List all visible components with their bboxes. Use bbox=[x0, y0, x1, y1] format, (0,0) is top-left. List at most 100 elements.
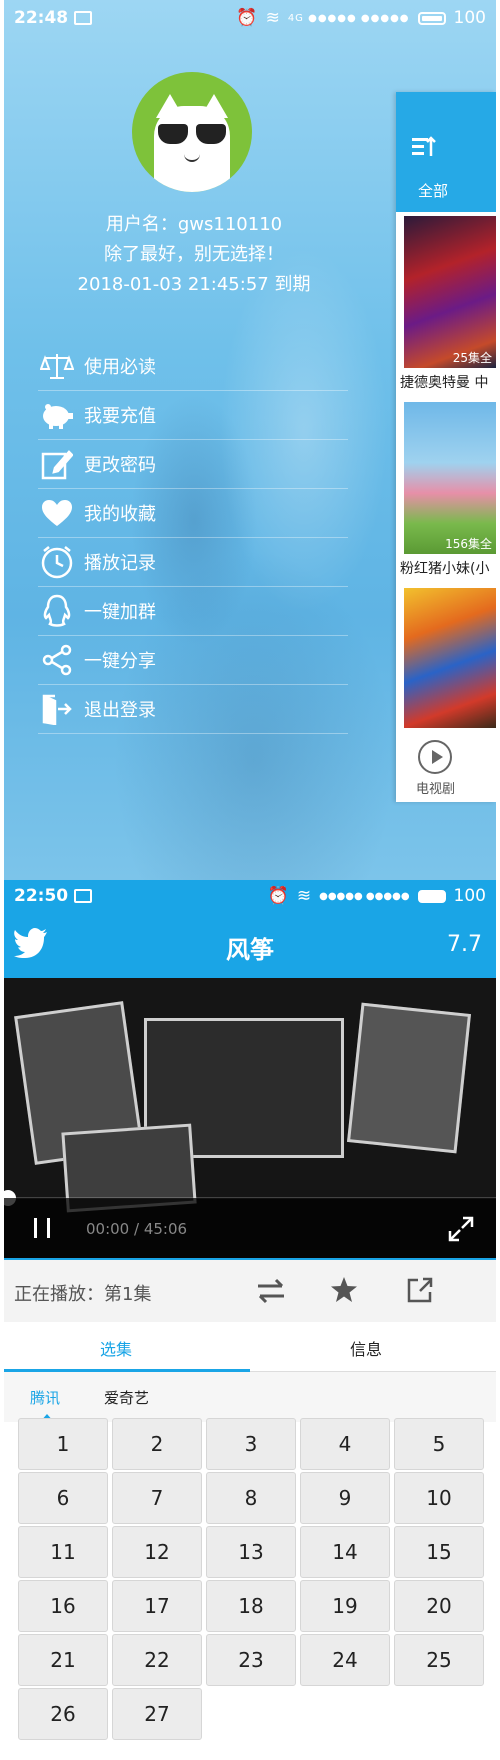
filter-all-label[interactable]: 全部 bbox=[418, 180, 448, 201]
tab-tv[interactable]: 电视剧 bbox=[416, 778, 455, 797]
episode-button[interactable]: 16 bbox=[18, 1580, 108, 1632]
main-content-peek[interactable]: 全部 25集全 捷德奥特曼 中 156集全 粉红猪小妹(小 电视剧 bbox=[396, 92, 496, 802]
username: 用户名：gws110110 bbox=[105, 214, 283, 235]
battery-level: 100 bbox=[453, 886, 486, 906]
menu-item-change-password[interactable]: 更改密码 bbox=[38, 440, 348, 489]
episode-button[interactable]: 7 bbox=[112, 1472, 202, 1524]
gallery-icon bbox=[74, 11, 92, 25]
qq-icon bbox=[38, 592, 76, 630]
menu-item-label: 退出登录 bbox=[84, 700, 156, 721]
clock-icon bbox=[38, 543, 76, 581]
episode-button[interactable]: 5 bbox=[394, 1418, 484, 1470]
pause-icon[interactable] bbox=[34, 1218, 50, 1238]
episode-button[interactable]: 11 bbox=[18, 1526, 108, 1578]
menu-item-label: 播放记录 bbox=[84, 553, 156, 574]
alarm-icon: ⏰ bbox=[267, 886, 289, 906]
episode-button[interactable]: 15 bbox=[394, 1526, 484, 1578]
poster-peppa-pig[interactable]: 156集全 bbox=[404, 402, 496, 554]
episode-button[interactable]: 1 bbox=[18, 1418, 108, 1470]
battery-icon bbox=[417, 11, 446, 25]
menu-item-share[interactable]: 一键分享 bbox=[38, 636, 348, 685]
status-time: 22:48 bbox=[14, 8, 69, 28]
signal-icon: 4G ●●●●● ●●●●● bbox=[287, 12, 410, 24]
wifi-icon: ≋ bbox=[265, 8, 280, 28]
share-icon[interactable] bbox=[406, 1276, 434, 1304]
menu-item-favorites[interactable]: 我的收藏 bbox=[38, 489, 348, 538]
episode-button[interactable]: 22 bbox=[112, 1634, 202, 1686]
episode-button[interactable]: 24 bbox=[300, 1634, 390, 1686]
status-time: 22:50 bbox=[14, 886, 69, 906]
video-player[interactable]: 00:00 / 45:06 bbox=[4, 978, 496, 1258]
share-icon bbox=[38, 641, 76, 679]
heart-icon bbox=[38, 494, 76, 532]
episode-button[interactable]: 4 bbox=[300, 1418, 390, 1470]
source-bar: 腾讯 爱奇艺 bbox=[4, 1372, 496, 1422]
menu-item-label: 一键加群 bbox=[84, 602, 156, 623]
episode-button[interactable]: 20 bbox=[394, 1580, 484, 1632]
star-icon[interactable] bbox=[330, 1276, 358, 1304]
alarm-icon: ⏰ bbox=[236, 8, 258, 28]
gallery-icon bbox=[74, 889, 92, 903]
status-bar: 22:48 ⏰ ≋ 4G ●●●●● ●●●●● 100 bbox=[4, 0, 496, 36]
now-playing-label: 正在播放：第1集 bbox=[14, 1284, 152, 1305]
player-screen: 22:50 ⏰ ≋ ●●●●● ●●●●● 100 风筝 7.7 00:00 /… bbox=[4, 880, 496, 1760]
episode-button[interactable]: 18 bbox=[206, 1580, 296, 1632]
poster-title[interactable]: 捷德奥特曼 中 bbox=[400, 372, 496, 392]
edit-icon bbox=[38, 445, 76, 483]
battery-level: 100 bbox=[453, 8, 486, 28]
signal-icon: ●●●●● ●●●●● bbox=[319, 890, 410, 902]
drawer-screen: 22:48 ⏰ ≋ 4G ●●●●● ●●●●● 100 用户名：gws1101… bbox=[4, 0, 496, 880]
episode-button[interactable]: 26 bbox=[18, 1688, 108, 1740]
menu-item-label: 一键分享 bbox=[84, 651, 156, 672]
video-title: 风筝 bbox=[226, 936, 274, 964]
status-bar: 22:50 ⏰ ≋ ●●●●● ●●●●● 100 bbox=[4, 880, 496, 912]
episode-count: 156集全 bbox=[445, 537, 492, 551]
episode-button[interactable]: 25 bbox=[394, 1634, 484, 1686]
episode-button[interactable]: 12 bbox=[112, 1526, 202, 1578]
app-bar: 风筝 7.7 bbox=[4, 912, 496, 978]
episode-button[interactable]: 9 bbox=[300, 1472, 390, 1524]
piggy-bank-icon bbox=[38, 396, 76, 434]
episode-button[interactable]: 21 bbox=[18, 1634, 108, 1686]
menu-item-label: 更改密码 bbox=[84, 455, 156, 476]
episode-button[interactable]: 14 bbox=[300, 1526, 390, 1578]
episode-button[interactable]: 17 bbox=[112, 1580, 202, 1632]
video-controls: 00:00 / 45:06 bbox=[4, 1198, 496, 1258]
sort-icon[interactable] bbox=[412, 136, 436, 158]
tab-info[interactable]: 信息 bbox=[350, 1336, 382, 1360]
episode-count: 25集全 bbox=[452, 351, 492, 365]
switch-icon[interactable] bbox=[256, 1276, 286, 1306]
menu-item-label: 我要充值 bbox=[84, 406, 156, 427]
menu-item-logout[interactable]: 退出登录 bbox=[38, 685, 348, 734]
fullscreen-icon[interactable] bbox=[448, 1216, 474, 1242]
menu-item-guide[interactable]: 使用必读 bbox=[38, 342, 348, 391]
menu-item-recharge[interactable]: 我要充值 bbox=[38, 391, 348, 440]
poster-dragon-ball[interactable] bbox=[404, 588, 496, 728]
video-frame bbox=[346, 1002, 472, 1154]
episode-button[interactable]: 3 bbox=[206, 1418, 296, 1470]
tv-play-icon[interactable] bbox=[418, 740, 452, 774]
source-iqiyi[interactable]: 爱奇艺 bbox=[104, 1387, 149, 1408]
expiry-date: 2018-01-03 21:45:57 到期 bbox=[77, 274, 311, 295]
logout-icon bbox=[38, 690, 76, 728]
scale-icon bbox=[38, 347, 76, 385]
poster-title[interactable]: 粉红猪小妹(小 bbox=[400, 558, 496, 578]
source-tencent[interactable]: 腾讯 bbox=[30, 1387, 60, 1408]
episode-button[interactable]: 8 bbox=[206, 1472, 296, 1524]
menu-item-join-group[interactable]: 一键加群 bbox=[38, 587, 348, 636]
menu-item-label: 我的收藏 bbox=[84, 504, 156, 525]
episode-button[interactable]: 13 bbox=[206, 1526, 296, 1578]
episode-button[interactable]: 2 bbox=[112, 1418, 202, 1470]
tab-bar: 选集 信息 bbox=[4, 1322, 496, 1372]
poster-ultraman[interactable]: 25集全 bbox=[404, 216, 496, 368]
episode-button[interactable]: 19 bbox=[300, 1580, 390, 1632]
battery-icon bbox=[417, 889, 446, 903]
now-playing-bar: 正在播放：第1集 bbox=[4, 1258, 496, 1322]
avatar[interactable] bbox=[132, 72, 252, 192]
episode-button[interactable]: 27 bbox=[112, 1688, 202, 1740]
episode-button[interactable]: 6 bbox=[18, 1472, 108, 1524]
menu-item-history[interactable]: 播放记录 bbox=[38, 538, 348, 587]
tab-episodes[interactable]: 选集 bbox=[100, 1336, 132, 1360]
episode-button[interactable]: 23 bbox=[206, 1634, 296, 1686]
episode-button[interactable]: 10 bbox=[394, 1472, 484, 1524]
